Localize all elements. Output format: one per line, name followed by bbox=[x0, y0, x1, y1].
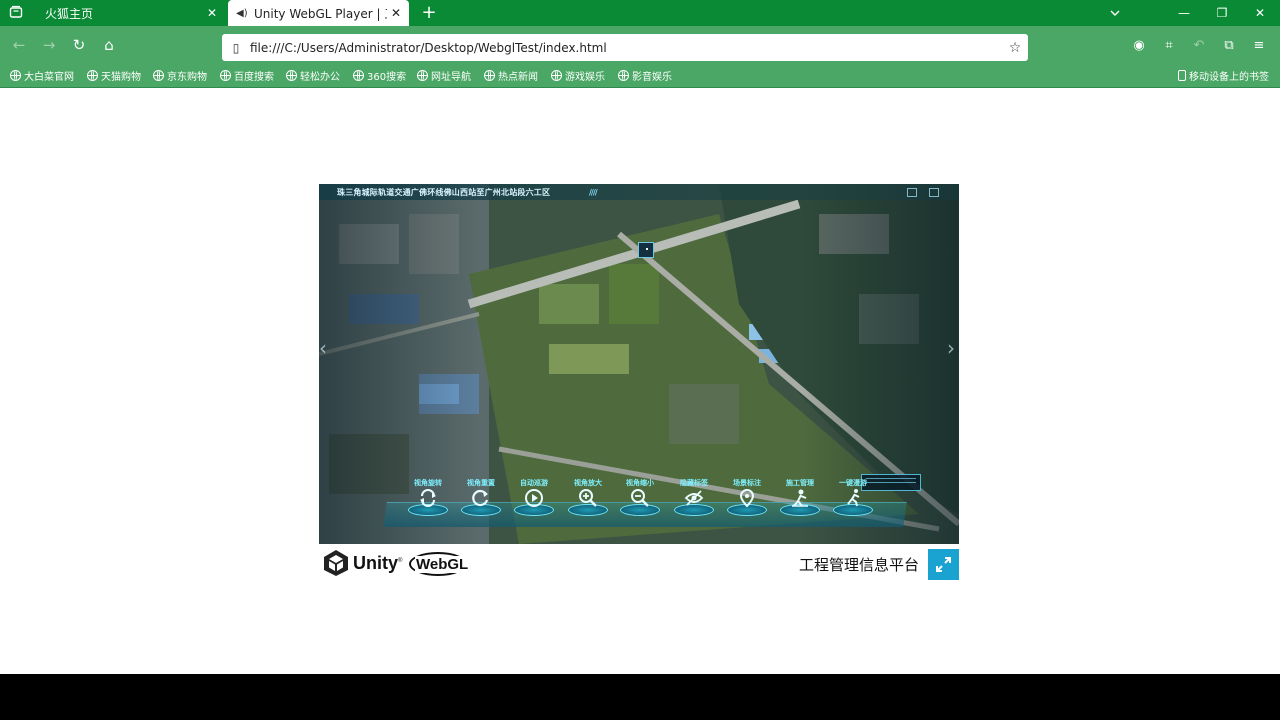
one-click-roam-button[interactable]: 一键漫游 bbox=[831, 478, 875, 522]
undo-icon[interactable]: ↶ bbox=[1190, 37, 1208, 55]
map-mode-icon[interactable] bbox=[907, 188, 917, 197]
globe-icon bbox=[551, 69, 562, 81]
decor-slashes: //// bbox=[589, 188, 598, 197]
zoom-out-button[interactable]: 视角缩小 bbox=[618, 478, 662, 522]
bookmark-item[interactable]: 轻松办公 bbox=[286, 68, 340, 83]
bookmark-item[interactable]: 网址导航 bbox=[417, 68, 471, 83]
globe-icon bbox=[353, 69, 364, 81]
bookmark-item[interactable]: 大白菜官网 bbox=[10, 68, 74, 83]
reload-icon[interactable]: ↻ bbox=[69, 35, 89, 55]
construction-management-button[interactable]: 施工管理 bbox=[778, 478, 822, 522]
back-icon[interactable]: ← bbox=[9, 35, 29, 55]
unity-wordmark: Unity® bbox=[353, 552, 403, 573]
navigation-toolbar: ← → ↻ ⌂ ▯ file:///C:/Users/Administrator… bbox=[0, 26, 1280, 62]
zoom-in-button[interactable]: 视角放大 bbox=[566, 478, 610, 522]
address-bar[interactable]: ▯ file:///C:/Users/Administrator/Desktop… bbox=[222, 34, 1028, 61]
chevron-down-icon[interactable] bbox=[1097, 0, 1133, 26]
minimize-button[interactable]: — bbox=[1166, 0, 1202, 26]
rotate-icon bbox=[420, 489, 436, 507]
zoom-in-icon bbox=[579, 489, 597, 507]
bookmark-star-icon[interactable]: ☆ bbox=[1002, 40, 1028, 56]
bookmark-item[interactable]: 京东购物 bbox=[153, 68, 207, 83]
location-icon bbox=[739, 488, 755, 508]
hide-labels-button[interactable]: 隐藏标签 bbox=[672, 478, 716, 522]
globe-icon bbox=[484, 69, 495, 81]
menu-icon[interactable]: ≡ bbox=[1250, 37, 1268, 55]
close-icon[interactable]: ✕ bbox=[203, 6, 221, 20]
unity-footer: Unity® WebGL 工程管理信息平台 bbox=[319, 546, 959, 580]
exit-icon[interactable] bbox=[929, 188, 939, 197]
worker-icon bbox=[792, 489, 808, 507]
reset-icon bbox=[472, 489, 489, 507]
globe-icon bbox=[220, 69, 231, 81]
unity-canvas[interactable]: 珠三角城际轨道交通广佛环线佛山西站至广州北站段六工区 //// ‹ › 视角旋转… bbox=[319, 184, 959, 544]
bookmark-item[interactable]: 热点新闻 bbox=[484, 68, 538, 83]
taskbar-area bbox=[0, 674, 1280, 720]
bookmark-item[interactable]: 百度搜索 bbox=[220, 68, 274, 83]
chevron-left-icon[interactable]: ‹ bbox=[319, 336, 327, 360]
home-icon[interactable]: ⌂ bbox=[99, 35, 119, 55]
extensions-icon[interactable]: ⧉ bbox=[1220, 37, 1238, 55]
walk-icon bbox=[847, 489, 860, 507]
page-icon: ▯ bbox=[232, 40, 240, 55]
forward-icon[interactable]: → bbox=[39, 35, 59, 55]
phone-icon bbox=[1178, 69, 1186, 81]
bookmarks-bar: 大白菜官网 天猫购物 京东购物 百度搜索 轻松办公 360搜索 网址导航 热点新… bbox=[0, 62, 1280, 88]
new-tab-button[interactable]: + bbox=[418, 2, 440, 24]
rotate-view-button[interactable]: 视角旋转 bbox=[406, 478, 450, 522]
unity-cube-icon bbox=[324, 550, 348, 576]
mobile-bookmarks[interactable]: 移动设备上的书签 bbox=[1178, 68, 1269, 83]
bookmark-item[interactable]: 天猫购物 bbox=[87, 68, 141, 83]
zoom-out-icon bbox=[631, 489, 649, 507]
fullscreen-icon bbox=[936, 557, 951, 572]
tab-unity-player[interactable]: ◀) Unity WebGL Player | 工程管理 ✕ bbox=[228, 0, 409, 26]
webgl-logo: WebGL bbox=[407, 550, 471, 576]
bookmark-item[interactable]: 影音娱乐 bbox=[618, 68, 672, 83]
tab-overview-icon[interactable] bbox=[6, 4, 26, 22]
tab-title: Unity WebGL Player | 工程管理 bbox=[254, 6, 387, 21]
page-body: 珠三角城际轨道交通广佛环线佛山西站至广州北站段六工区 //// ‹ › 视角旋转… bbox=[0, 88, 1280, 674]
play-icon bbox=[525, 489, 543, 507]
fullscreen-button[interactable] bbox=[928, 549, 959, 580]
globe-icon bbox=[153, 69, 164, 81]
scene-annotation-button[interactable]: 场景标注 bbox=[725, 478, 769, 522]
globe-icon bbox=[618, 69, 629, 81]
reset-view-button[interactable]: 视角重置 bbox=[459, 478, 503, 522]
platform-title: 工程管理信息平台 bbox=[798, 556, 919, 574]
window-close-button[interactable]: ✕ bbox=[1242, 0, 1278, 26]
restore-button[interactable]: ❐ bbox=[1204, 0, 1240, 26]
globe-icon bbox=[417, 69, 428, 81]
bookmark-item[interactable]: 游戏娱乐 bbox=[551, 68, 605, 83]
scene-title: 珠三角城际轨道交通广佛环线佛山西站至广州北站段六工区 bbox=[337, 188, 551, 197]
auto-tour-button[interactable]: 自动巡游 bbox=[512, 478, 556, 522]
map-marker[interactable] bbox=[638, 242, 654, 258]
globe-icon bbox=[10, 69, 21, 81]
close-icon[interactable]: ✕ bbox=[387, 6, 405, 20]
bookmark-item[interactable]: 360搜索 bbox=[353, 68, 406, 83]
globe-icon bbox=[87, 69, 98, 81]
unity-logo: Unity® bbox=[323, 549, 402, 577]
account-icon[interactable]: ◉ bbox=[1130, 37, 1148, 55]
screenshot-icon[interactable]: ⌗ bbox=[1160, 37, 1178, 55]
globe-icon bbox=[286, 69, 297, 81]
tab-title: 火狐主页 bbox=[45, 6, 94, 21]
url-text[interactable]: file:///C:/Users/Administrator/Desktop/W… bbox=[250, 41, 1002, 55]
hide-icon bbox=[684, 490, 704, 506]
tab-bar: 火狐主页 ✕ ◀) Unity WebGL Player | 工程管理 ✕ + … bbox=[0, 0, 1280, 26]
tab-firefox-home[interactable]: 火狐主页 ✕ bbox=[35, 0, 225, 26]
chevron-right-icon[interactable]: › bbox=[947, 336, 955, 360]
speaker-icon[interactable]: ◀) bbox=[236, 8, 250, 19]
